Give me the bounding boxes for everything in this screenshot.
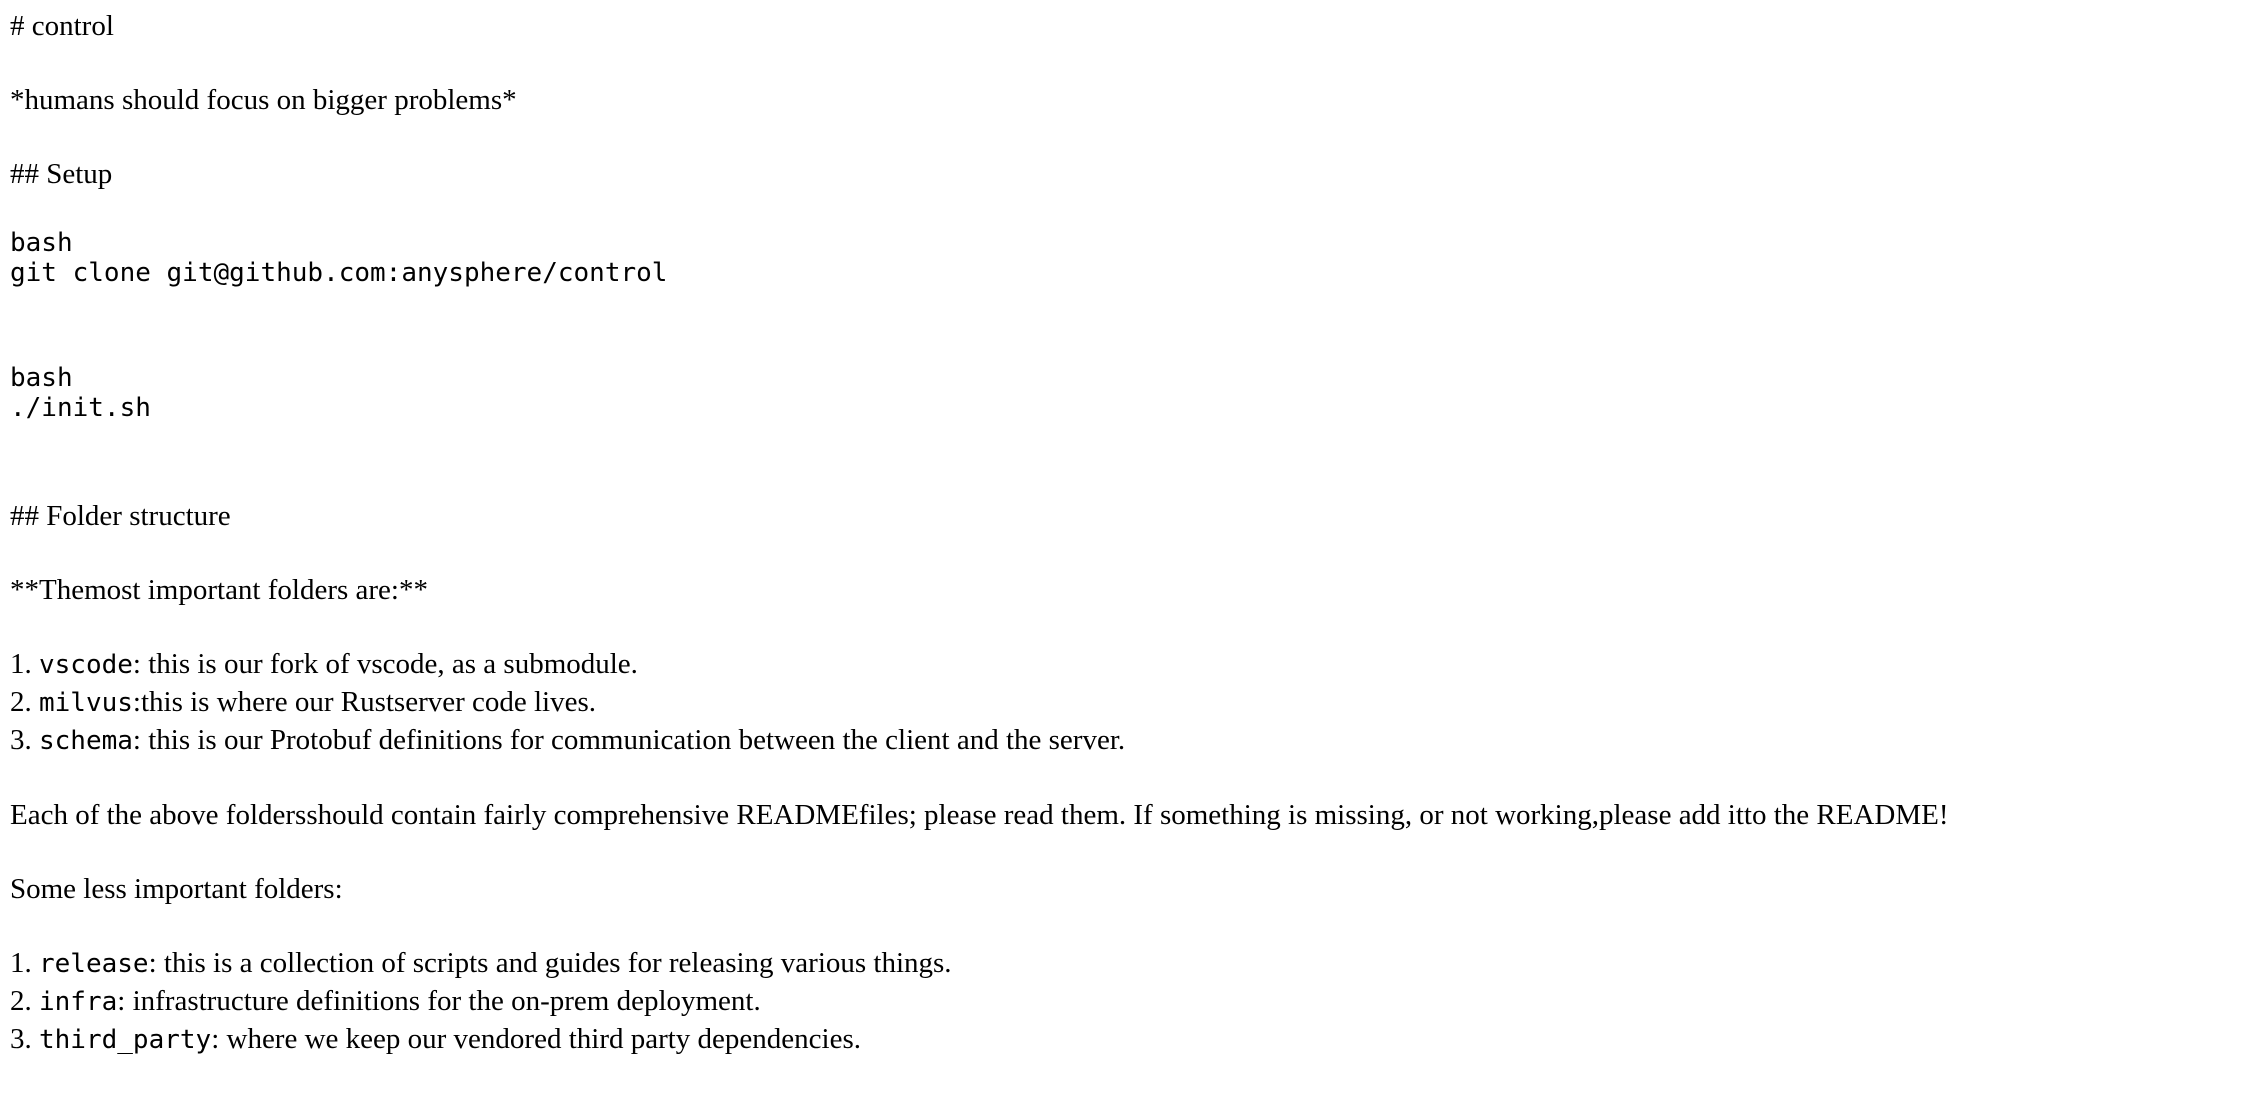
- list-item: 1. vscode: this is our fork of vscode, a…: [10, 648, 638, 680]
- tagline: *humans should focus on bigger problems*: [10, 84, 517, 116]
- folder-name-code: third_party: [39, 1025, 212, 1055]
- folder-name-code: release: [39, 949, 149, 979]
- important-folders-intro: **Themost important folders are:**: [10, 574, 428, 606]
- code-lang-label: bash: [10, 363, 73, 393]
- less-important-intro: Some less important folders:: [10, 873, 343, 905]
- code-command: ./init.sh: [10, 393, 151, 423]
- folder-structure-heading: ## Folder structure: [10, 500, 231, 532]
- readme-document: # control *humans should focus on bigger…: [10, 8, 2248, 1096]
- setup-heading: ## Setup: [10, 158, 113, 190]
- folder-name-code: vscode: [39, 650, 133, 680]
- page-title: # control: [10, 10, 114, 42]
- folder-name-code: schema: [39, 726, 133, 756]
- code-lang-label: bash: [10, 228, 73, 258]
- folder-name-code: milvus: [39, 688, 133, 718]
- folder-name-code: infra: [39, 987, 118, 1017]
- important-folders-list: 1. vscode: this is our fork of vscode, a…: [10, 646, 2248, 760]
- list-item: 2. infra: infrastructure definitions for…: [10, 985, 761, 1017]
- code-block-clone: bash git clone git@github.com:anysphere/…: [10, 228, 2248, 288]
- readme-note: Each of the above foldersshould contain …: [10, 799, 1949, 831]
- less-important-folders-list: 1. release: this is a collection of scri…: [10, 945, 2248, 1059]
- list-item: 3. schema: this is our Protobuf definiti…: [10, 724, 1126, 756]
- code-command: git clone git@github.com:anysphere/contr…: [10, 258, 668, 288]
- list-item: 3. third_party: where we keep our vendor…: [10, 1023, 862, 1055]
- code-block-init: bash ./init.sh: [10, 363, 2248, 423]
- list-item: 1. release: this is a collection of scri…: [10, 947, 952, 979]
- list-item: 2. milvus:this is where our Rustserver c…: [10, 686, 597, 718]
